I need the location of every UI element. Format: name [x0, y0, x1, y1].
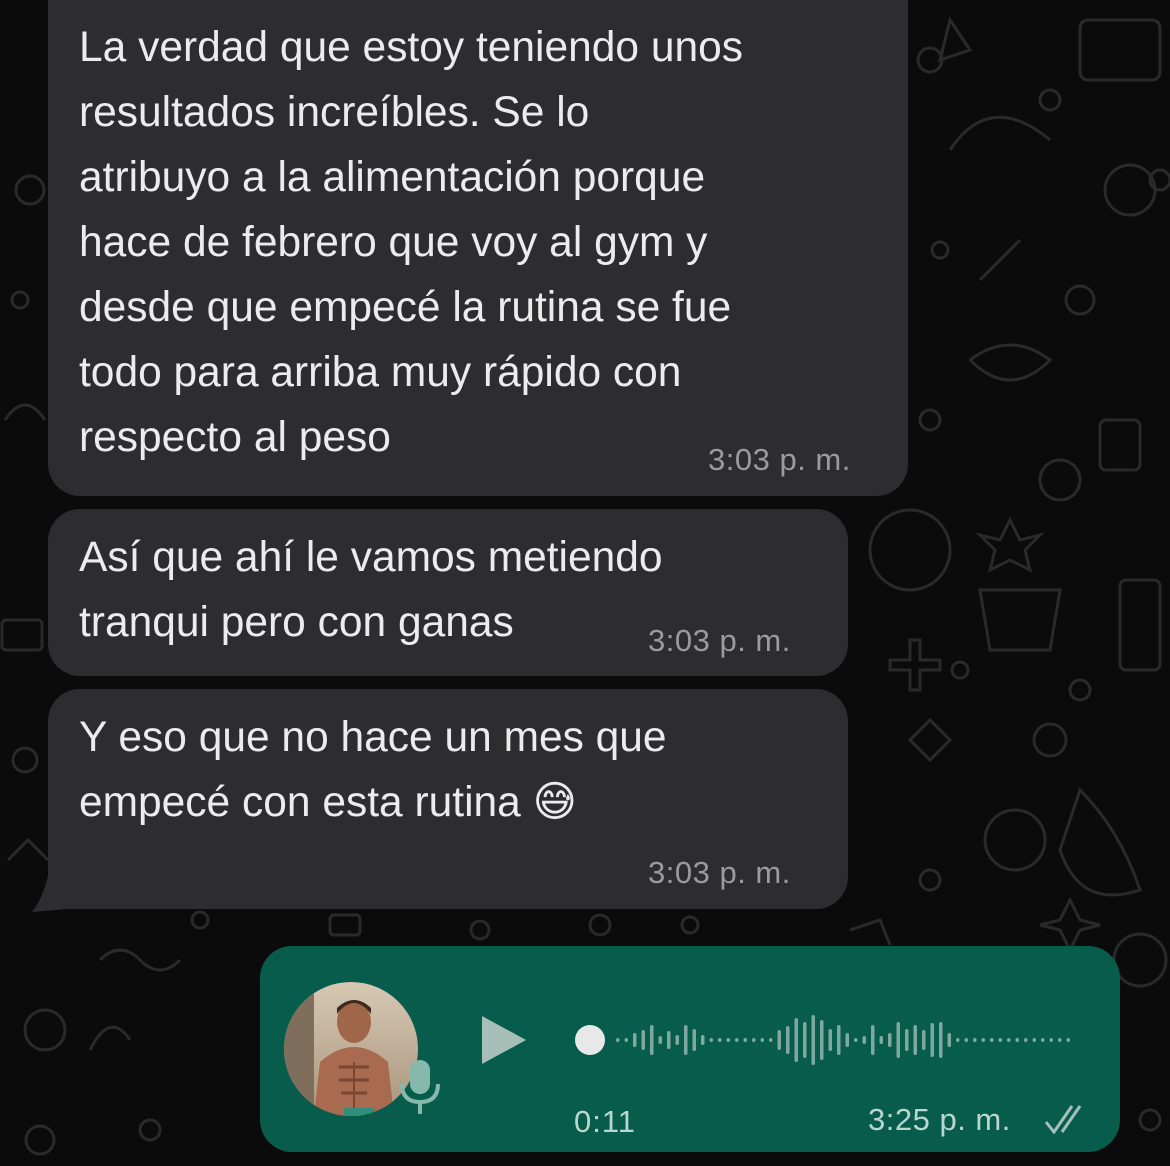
incoming-message[interactable]: Y eso que no hace un mes que empecé con …: [48, 689, 848, 909]
waveform-bar: [862, 1036, 866, 1044]
waveform-bar: [786, 1026, 790, 1054]
microphone-icon: [400, 1060, 440, 1114]
waveform-bar: [1024, 1038, 1028, 1042]
audio-duration: 0:11: [574, 1104, 637, 1139]
waveform-bar: [650, 1025, 654, 1055]
message-text: Así que ahí le vamos metiendo tranqui pe…: [79, 534, 663, 646]
waveform-bar: [913, 1025, 917, 1055]
waveform-bar: [973, 1038, 977, 1042]
waveform-bar: [624, 1038, 628, 1042]
double-check-icon: [1044, 1105, 1082, 1135]
waveform-bar: [896, 1022, 900, 1058]
waveform-bar: [726, 1038, 730, 1042]
waveform-bar: [871, 1025, 875, 1055]
message-timestamp: 3:03 p. m.: [648, 855, 791, 890]
waveform-bar: [956, 1038, 960, 1042]
incoming-message[interactable]: Así que ahí le vamos metiendo tranqui pe…: [48, 509, 848, 676]
message-text: Y eso que no hace un mes que empecé con …: [79, 714, 667, 826]
waveform-bar: [922, 1030, 926, 1050]
waveform-bar: [701, 1035, 705, 1045]
waveform-bar: [760, 1038, 764, 1042]
waveform-bar: [684, 1025, 688, 1055]
waveform-bar: [692, 1029, 696, 1051]
waveform-bar: [1032, 1038, 1036, 1042]
waveform-bar: [777, 1030, 781, 1050]
waveform-bar: [667, 1031, 671, 1049]
waveform-bar: [939, 1022, 943, 1058]
audio-waveform[interactable]: [572, 1000, 1092, 1080]
waveform-bar: [743, 1038, 747, 1042]
waveform-bar: [803, 1022, 807, 1058]
waveform-bar: [964, 1038, 968, 1042]
waveform-bar: [1015, 1038, 1019, 1042]
waveform-bar: [828, 1029, 832, 1051]
incoming-message[interactable]: La verdad que estoy teniendo unos result…: [48, 0, 908, 496]
waveform-bar: [811, 1015, 815, 1065]
playback-scrubber[interactable]: [575, 1025, 605, 1055]
outgoing-voice-message[interactable]: 0:11 3:25 p. m.: [260, 946, 1120, 1152]
message-text: La verdad que estoy teniendo unos result…: [79, 24, 743, 461]
waveform-bar: [641, 1030, 645, 1050]
waveform-bar: [1058, 1038, 1062, 1042]
waveform-bar: [709, 1038, 713, 1042]
waveform-bar: [675, 1035, 679, 1045]
waveform-bar: [990, 1038, 994, 1042]
waveform-bar: [981, 1038, 985, 1042]
waveform-bar: [854, 1038, 858, 1042]
waveform-bar: [633, 1033, 637, 1047]
waveform-bar: [616, 1038, 620, 1042]
waveform-bar: [998, 1038, 1002, 1042]
waveform-bar: [794, 1018, 798, 1062]
waveform-bar: [1066, 1038, 1070, 1042]
waveform-bar: [1049, 1038, 1053, 1042]
waveform-bar: [735, 1038, 739, 1042]
waveform-bar: [947, 1033, 951, 1047]
waveform-bar: [930, 1023, 934, 1057]
message-timestamp: 3:03 p. m.: [648, 623, 791, 658]
waveform-bar: [820, 1020, 824, 1060]
bubble-tail: [32, 876, 68, 912]
waveform-bar: [1041, 1038, 1045, 1042]
waveform-bar: [888, 1033, 892, 1047]
waveform-bar: [879, 1036, 883, 1044]
waveform-bar: [1007, 1038, 1011, 1042]
message-timestamp: 3:25 p. m.: [868, 1102, 1011, 1137]
waveform-bar: [718, 1038, 722, 1042]
waveform-bar: [905, 1029, 909, 1051]
waveform-bar: [769, 1038, 773, 1042]
waveform-bar: [837, 1025, 841, 1055]
waveform-bar: [845, 1033, 849, 1047]
waveform-bar: [752, 1038, 756, 1042]
message-timestamp: 3:03 p. m.: [708, 442, 851, 477]
play-icon[interactable]: [478, 1014, 530, 1066]
waveform-bar: [658, 1036, 662, 1044]
